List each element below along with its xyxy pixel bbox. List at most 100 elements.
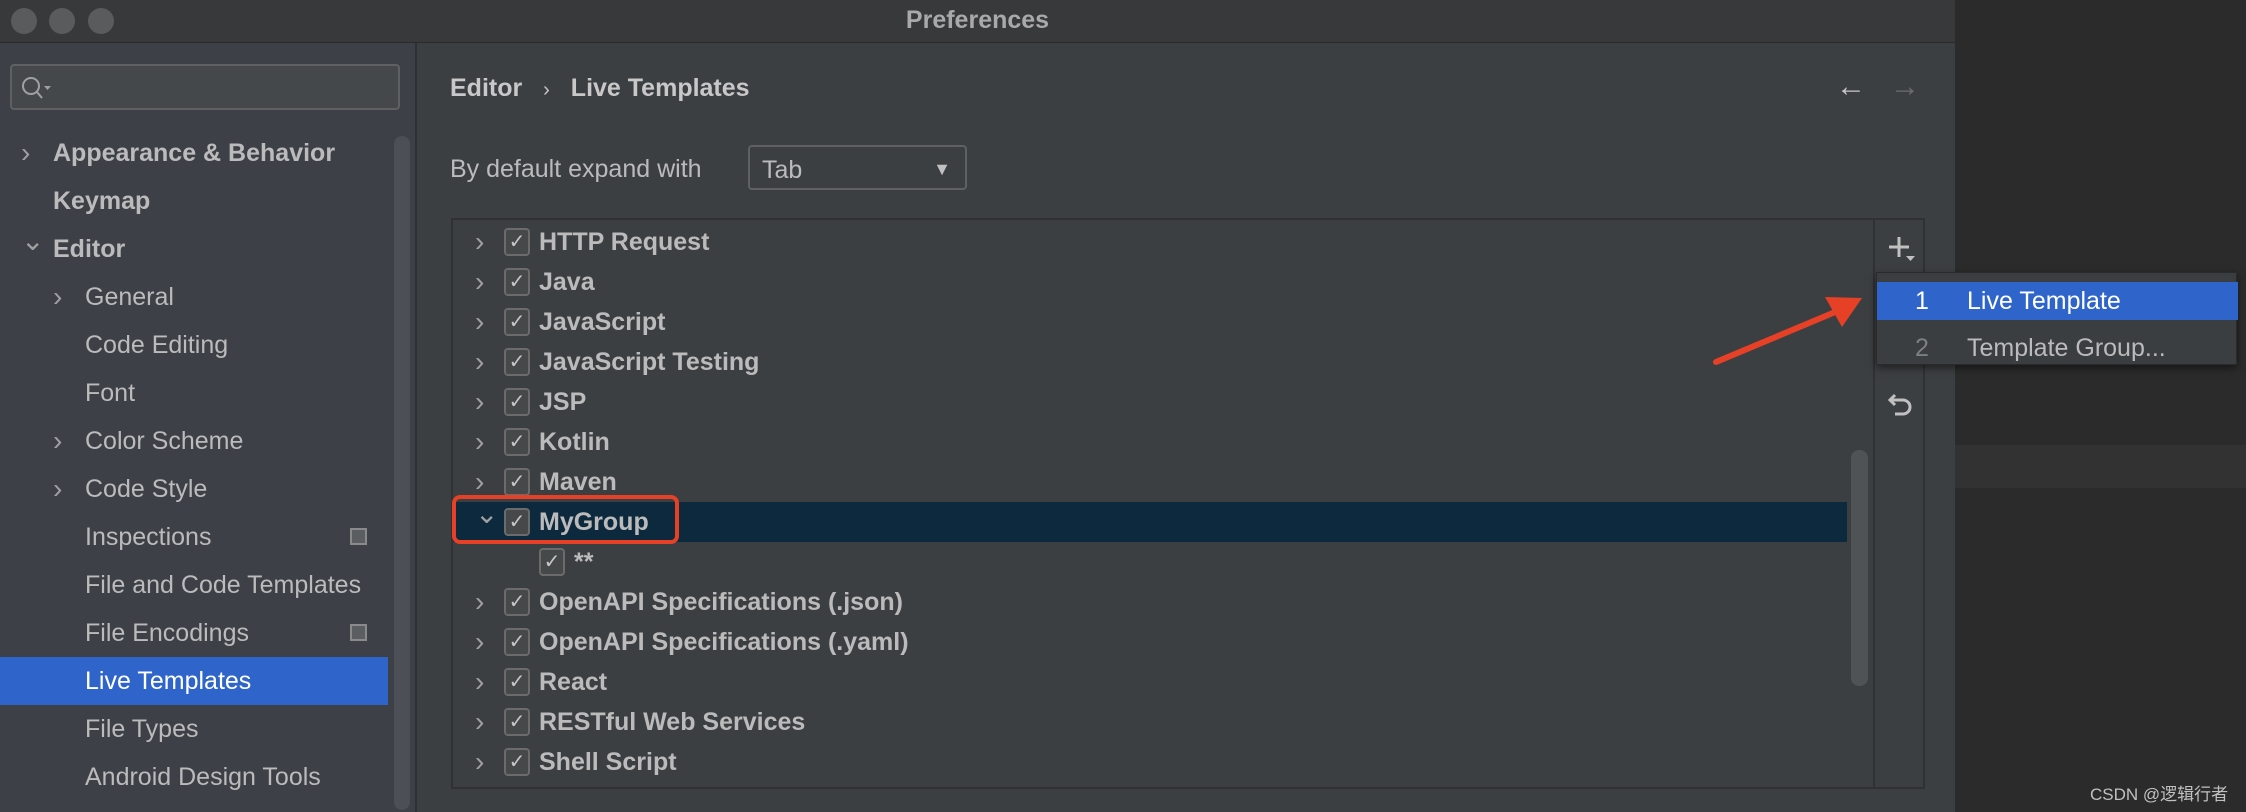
add-icon[interactable]	[1887, 234, 1917, 264]
title-bar: Preferences	[0, 0, 1955, 43]
chevron-right-icon[interactable]: ›	[475, 702, 484, 742]
sidebar-item[interactable]: File and Code Templates	[0, 561, 388, 609]
sidebar-item[interactable]: Inspections	[0, 513, 388, 561]
chevron-right-icon[interactable]: ›	[475, 422, 484, 462]
background-editor-band	[1955, 445, 2246, 488]
sidebar-item-label: General	[85, 283, 174, 311]
chevron-right-icon[interactable]: ›	[475, 662, 484, 702]
expand-with-label: By default expand with	[450, 155, 702, 183]
tree-scrollbar[interactable]	[1851, 450, 1868, 686]
checkbox[interactable]: ✓	[504, 628, 530, 656]
row-label: Java	[539, 268, 595, 296]
sidebar-item[interactable]: › Code Style	[0, 465, 388, 513]
chevron-right-icon[interactable]: ›	[21, 129, 30, 177]
row-label: OpenAPI Specifications (.yaml)	[539, 628, 909, 656]
sidebar-item[interactable]: › Color Scheme	[0, 417, 388, 465]
sidebar-item[interactable]: Live Templates	[0, 657, 388, 705]
chevron-right-icon[interactable]: ›	[53, 465, 62, 513]
sidebar-item-label: Font	[85, 379, 136, 407]
checkbox[interactable]: ✓	[539, 548, 565, 576]
checkbox[interactable]: ✓	[504, 348, 530, 376]
chevron-right-icon[interactable]: ›	[475, 582, 484, 622]
row-label: OpenAPI Specifications (.json)	[539, 588, 903, 616]
checkbox[interactable]: ✓	[504, 748, 530, 776]
template-group-row[interactable]: › ✓ Kotlin	[453, 422, 1847, 462]
sidebar-item-label: Code Style	[85, 475, 208, 503]
template-group-row[interactable]: › ✓ React	[453, 662, 1847, 702]
template-group-row[interactable]: › ✓ HTTP Request	[453, 222, 1847, 262]
menu-item-number: 1	[1915, 287, 1929, 315]
checkbox[interactable]: ✓	[504, 308, 530, 336]
annotation-arrow-icon	[1713, 297, 1862, 365]
row-label: Shell Script	[539, 748, 677, 776]
checkbox[interactable]: ✓	[504, 708, 530, 736]
chevron-right-icon[interactable]: ›	[53, 417, 62, 465]
sidebar-item-label: Appearance & Behavior	[53, 139, 336, 167]
chevron-right-icon[interactable]: ›	[475, 262, 484, 302]
template-group-row[interactable]: › ✓ JSP	[453, 382, 1847, 422]
checkbox[interactable]: ✓	[504, 428, 530, 456]
sidebar-scrollbar[interactable]	[394, 136, 410, 810]
menu-item-label: Template Group...	[1967, 334, 2166, 362]
template-group-row[interactable]: › ✓ RESTful Web Services	[453, 702, 1847, 742]
window-title: Preferences	[905, 6, 1050, 34]
sidebar-item[interactable]: Android Design Tools	[0, 753, 388, 801]
breadcrumb-current: Live Templates	[570, 74, 750, 102]
popup-menu-item[interactable]: 1 Live Template	[1877, 282, 2238, 320]
sidebar-item[interactable]: File Encodings	[0, 609, 388, 657]
expand-with-dropdown[interactable]: Tab ▼	[748, 145, 967, 190]
sidebar-item[interactable]: File Types	[0, 705, 388, 753]
row-label: React	[539, 668, 608, 696]
template-group-row[interactable]: ✓ **	[453, 542, 1847, 582]
chevron-right-icon[interactable]: ›	[475, 222, 484, 262]
checkbox[interactable]: ✓	[504, 228, 530, 256]
template-group-row[interactable]: › ✓ OpenAPI Specifications (.yaml)	[453, 622, 1847, 662]
chevron-right-icon[interactable]: ›	[475, 382, 484, 422]
breadcrumb-separator: ›	[543, 79, 550, 101]
add-menu-popup: 1 Live Template 2 Template Group...	[1876, 272, 2238, 367]
search-icon	[22, 77, 51, 99]
row-label: HTTP Request	[539, 228, 710, 256]
popup-menu-item[interactable]: 2 Template Group...	[1877, 329, 2238, 367]
template-group-row[interactable]: › ✓ JavaScript	[453, 302, 1847, 342]
settings-search-input[interactable]	[10, 64, 400, 110]
sidebar-item[interactable]: › General	[0, 273, 388, 321]
sidebar-item-label: Keymap	[53, 187, 151, 215]
sidebar-item-label: File and Code Templates	[85, 571, 362, 599]
chevron-right-icon[interactable]: ›	[53, 273, 62, 321]
chevron-down-icon[interactable]: ⌄	[21, 225, 44, 265]
sidebar-item[interactable]: Keymap	[0, 177, 388, 225]
back-arrow-icon[interactable]: ←	[1836, 70, 1866, 104]
sidebar-item[interactable]: Font	[0, 369, 388, 417]
forward-arrow-icon[interactable]: →	[1890, 70, 1920, 104]
row-label: RESTful Web Services	[539, 708, 806, 736]
checkbox[interactable]: ✓	[504, 668, 530, 696]
sidebar-item-label: Editor	[53, 235, 126, 263]
template-group-row[interactable]: › ✓ Shell Script	[453, 742, 1847, 782]
chevron-right-icon[interactable]: ›	[475, 342, 484, 382]
chevron-down-icon: ▼	[933, 159, 951, 179]
sidebar-item-label: Color Scheme	[85, 427, 244, 455]
checkbox[interactable]: ✓	[504, 468, 530, 496]
checkbox[interactable]: ✓	[504, 388, 530, 416]
template-group-row[interactable]: › ✓ JavaScript Testing	[453, 342, 1847, 382]
project-settings-icon	[350, 624, 367, 641]
sidebar-item[interactable]: › Appearance & Behavior	[0, 129, 388, 177]
sidebar-item[interactable]: Code Editing	[0, 321, 388, 369]
undo-icon[interactable]	[1887, 390, 1917, 420]
sidebar-item-label: Android Design Tools	[85, 763, 321, 791]
sidebar-item[interactable]: ⌄ Editor	[0, 225, 388, 273]
chevron-right-icon[interactable]: ›	[475, 302, 484, 342]
checkbox[interactable]: ✓	[504, 588, 530, 616]
checkbox[interactable]: ✓	[504, 268, 530, 296]
menu-item-label: Live Template	[1967, 287, 2121, 315]
chevron-right-icon[interactable]: ›	[475, 622, 484, 662]
breadcrumb-parent[interactable]: Editor	[450, 74, 522, 102]
template-group-row[interactable]: › ✓ Java	[453, 262, 1847, 302]
template-group-row[interactable]: › ✓ OpenAPI Specifications (.json)	[453, 582, 1847, 622]
row-label: Kotlin	[539, 428, 610, 456]
chevron-right-icon[interactable]: ›	[475, 742, 484, 782]
breadcrumb: Editor › Live Templates	[450, 74, 750, 103]
highlight-box	[452, 495, 679, 544]
settings-sidebar: › Appearance & Behavior Keymap ⌄ Editor › Gene…	[0, 43, 417, 812]
